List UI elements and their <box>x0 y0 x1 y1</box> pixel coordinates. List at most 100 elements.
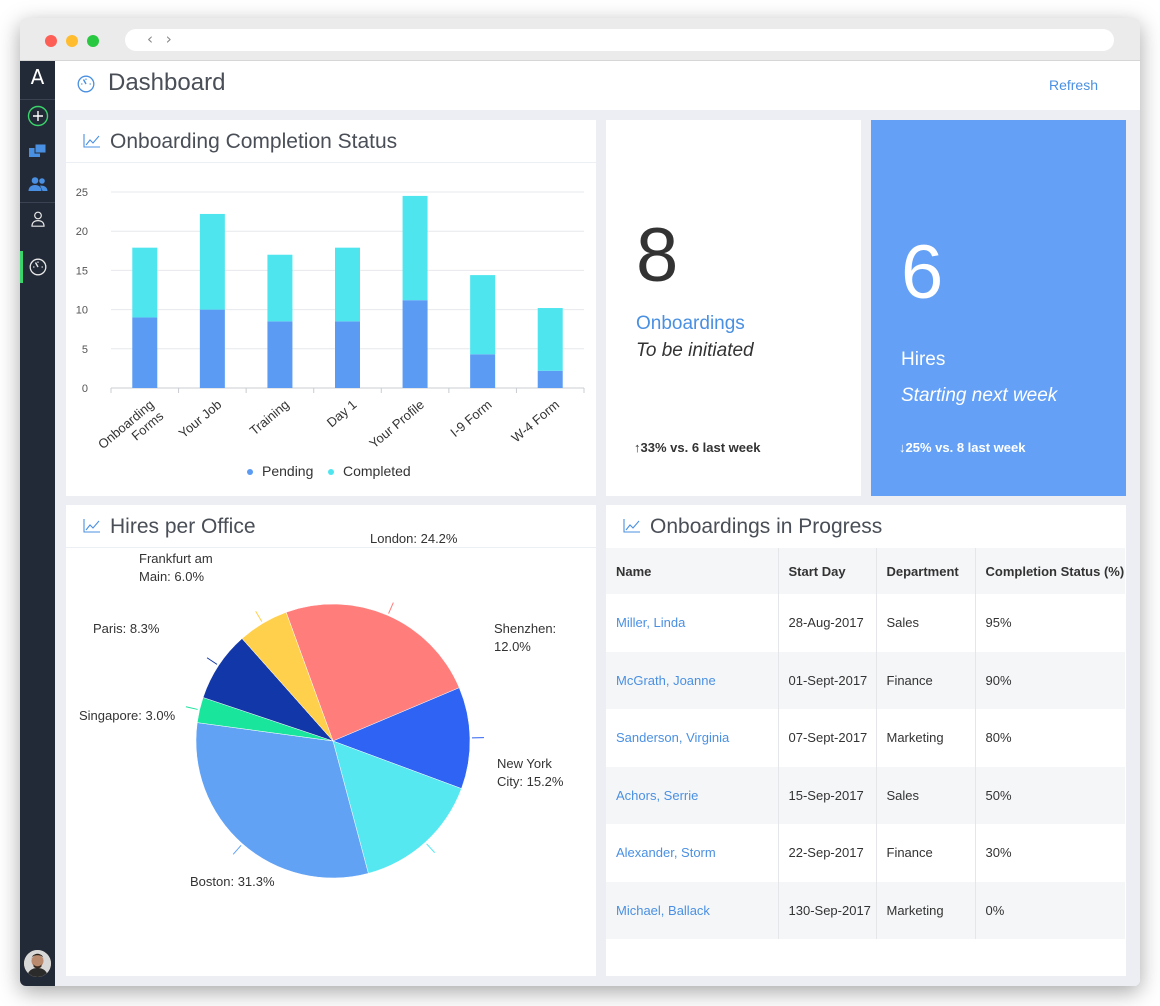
table-row: McGrath, Joanne 01-Sept-2017 Finance 90% <box>606 651 1125 709</box>
employee-name-link[interactable]: Alexander, Storm <box>606 824 779 882</box>
stacked-bar-chart: 0 5 10 15 20 25 OnboardingForms Your Job Trainin… <box>76 187 585 479</box>
onboardings-progress-card: Onboardings in Progress Name Start Day D… <box>606 505 1126 976</box>
back-forward-icon[interactable]: ‹ › <box>147 30 176 48</box>
legend-label: Pending <box>262 463 313 479</box>
kpi-hires-trend: ↓25% vs. 8 last week <box>899 440 1026 455</box>
department-cell: Finance <box>876 651 976 709</box>
employee-name-link[interactable]: Sanderson, Virginia <box>606 709 779 767</box>
column-header[interactable]: Name <box>606 548 779 594</box>
pie-slice-label: 12.0% <box>494 639 531 654</box>
maximize-window-button[interactable] <box>87 35 99 47</box>
department-cell: Finance <box>876 824 976 882</box>
table-row: Michael, Ballack 130-Sep-2017 Marketing … <box>606 881 1125 939</box>
completion-status-cell: 80% <box>985 730 1012 746</box>
kpi-onboardings-value: 8 <box>636 213 679 298</box>
y-tick-label: 20 <box>76 226 88 238</box>
dashboard-gauge-icon <box>77 75 95 97</box>
x-tick-label: Your Job <box>176 397 225 441</box>
employee-name-link[interactable]: Achors, Serrie <box>606 766 779 824</box>
legend-label: Completed <box>343 463 411 479</box>
employee-name-link[interactable]: Miller, Linda <box>606 594 779 652</box>
refresh-button[interactable]: Refresh <box>1049 77 1098 93</box>
line-chart-icon <box>623 518 640 537</box>
kpi-onboardings-label: Onboardings <box>636 313 745 334</box>
kpi-onboardings-card: 8 Onboardings To be initiated ↑33% vs. 6… <box>606 120 861 496</box>
completion-status-cell: 50% <box>975 766 1125 824</box>
pie-leader-line <box>206 657 218 665</box>
bar-completed <box>199 213 225 310</box>
user-avatar[interactable] <box>24 950 51 977</box>
completion-status-cell: 90% <box>975 651 1125 709</box>
x-tick-label: Day 1 <box>324 397 360 430</box>
pie-slice-label: London: 24.2% <box>370 531 458 546</box>
x-tick-label: I-9 Form <box>447 397 494 440</box>
minimize-window-button[interactable] <box>66 35 78 47</box>
pie-slice-label: Frankfurt am <box>139 551 213 566</box>
bar-completed <box>267 254 293 322</box>
employee-name-link[interactable]: McGrath, Joanne <box>606 651 779 709</box>
app-logo[interactable]: A <box>20 65 55 89</box>
table-row: Miller, Linda 28-Aug-2017 Sales 95% <box>606 594 1125 652</box>
dashboard-gauge-icon[interactable] <box>20 257 55 277</box>
kpi-hires-sub: Starting next week <box>901 385 1058 406</box>
column-header[interactable]: Department <box>876 548 976 594</box>
x-tick-label-line: Training <box>247 397 292 438</box>
employee-name-link[interactable]: Michael, Ballack <box>606 881 779 939</box>
kpi-hires-label: Hires <box>901 349 946 370</box>
start-day-cell: 01-Sept-2017 <box>778 651 877 709</box>
start-day-cell: 22-Sep-2017 <box>778 824 877 882</box>
onboarding-chart-card: Onboarding Completion Status 0 5 10 15 20 25 O… <box>66 120 596 496</box>
x-tick-label: Training <box>247 397 292 438</box>
table-header-row: Name Start Day Department Completion Sta… <box>606 548 1125 594</box>
close-window-button[interactable] <box>45 35 57 47</box>
pie-slice-label: Boston: 31.3% <box>190 874 275 889</box>
hires-per-office-card: Hires per Office London: 24.2% Shenzhen: 1… <box>66 505 596 976</box>
sidebar-divider <box>20 99 55 100</box>
department-cell: Marketing <box>876 881 976 939</box>
column-header[interactable]: Completion Status (%) <box>975 548 1125 594</box>
pie-slice-label: Paris: 8.3% <box>93 621 160 636</box>
x-tick-label-line: Your Job <box>176 397 225 441</box>
department-cell: Sales <box>876 594 976 652</box>
bar-pending <box>267 321 293 388</box>
bar-completed <box>537 308 563 371</box>
x-tick-label: W-4 Form <box>508 397 562 445</box>
completion-status-cell: 30% <box>985 845 1012 861</box>
table-row: Alexander, Storm 22-Sep-2017 Finance 30% <box>606 824 1125 882</box>
pie-leader-line <box>185 706 198 710</box>
x-tick-label: OnboardingForms <box>95 397 167 452</box>
x-tick-label-line: Day 1 <box>324 397 360 430</box>
bar-pending <box>537 370 563 388</box>
y-tick-label: 15 <box>76 265 88 277</box>
kpi-hires-card: 6 Hires Starting next week ↓25% vs. 8 la… <box>871 120 1126 496</box>
users-icon[interactable] <box>20 174 55 194</box>
folders-icon[interactable] <box>20 141 55 161</box>
table-row: Sanderson, Virginia 07-Sept-2017 Marketi… <box>606 709 1125 767</box>
card-title: Onboardings in Progress <box>650 515 883 538</box>
y-tick-label: 5 <box>82 344 88 356</box>
bar-pending <box>402 300 428 388</box>
start-day-cell: 07-Sept-2017 <box>778 709 877 767</box>
pie-slice-label: City: 15.2% <box>497 774 564 789</box>
pie-leader-line <box>232 844 242 855</box>
kpi-hires-value: 6 <box>901 230 944 315</box>
kpi-onboardings-sub: To be initiated <box>636 340 754 361</box>
person-icon[interactable] <box>20 209 55 229</box>
y-tick-label: 25 <box>76 187 88 199</box>
x-tick-label-line: Your Profile <box>366 397 427 451</box>
sidebar: A <box>20 61 55 986</box>
page-title: Dashboard <box>108 69 226 96</box>
legend-marker <box>247 469 253 475</box>
start-day-cell: 130-Sep-2017 <box>778 881 877 939</box>
column-header[interactable]: Start Day <box>778 548 877 594</box>
plus-circle-icon[interactable] <box>20 105 55 127</box>
main-content: Dashboard Refresh Onboarding Completion … <box>55 61 1140 986</box>
bar-completed <box>470 275 496 355</box>
pie-chart: London: 24.2% Shenzhen: 12.0% New York City:… <box>79 531 564 889</box>
pie-leader-line <box>388 602 394 614</box>
x-tick-label: Your Profile <box>366 397 427 451</box>
kpi-onboardings-trend: ↑33% vs. 6 last week <box>634 440 761 455</box>
department-cell: Marketing <box>876 709 976 767</box>
address-bar[interactable]: ‹ › <box>125 29 1114 51</box>
bar-pending <box>470 354 496 388</box>
